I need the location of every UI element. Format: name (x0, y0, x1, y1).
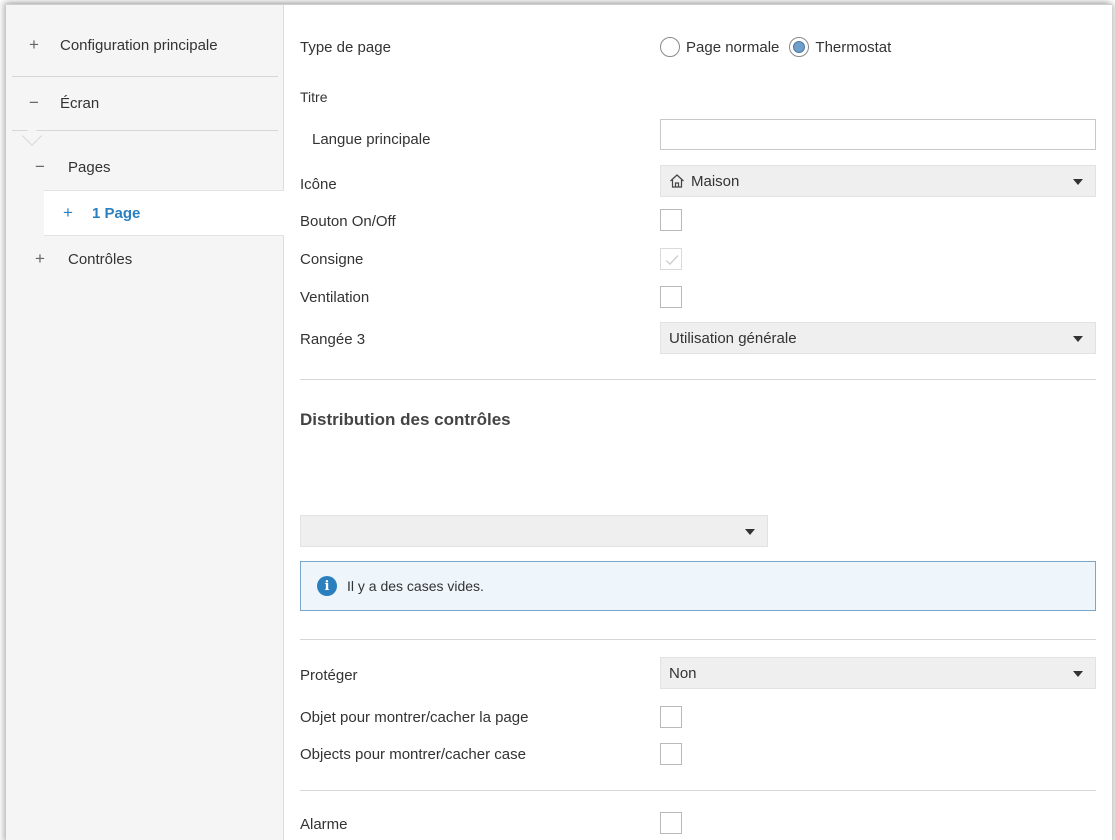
main-panel: Type de page Page normale Thermostat Tit… (284, 5, 1112, 840)
sidebar-item-pages[interactable]: − Pages (30, 145, 111, 189)
expand-icon: + (29, 35, 39, 54)
check-icon (665, 255, 679, 265)
setpoint-checkbox[interactable] (660, 248, 682, 270)
expand-icon: + (63, 203, 73, 222)
sidebar-item-label: Écran (60, 94, 100, 112)
protect-label: Protéger (300, 667, 358, 684)
radio-page-normale[interactable] (660, 37, 680, 57)
row3-select[interactable]: Utilisation générale (660, 322, 1096, 354)
collapse-icon: − (35, 157, 45, 176)
divider (300, 639, 1096, 640)
divider (300, 790, 1096, 791)
sidebar-item-ecran[interactable]: − Écran (24, 81, 99, 125)
radio-thermostat[interactable] (789, 37, 810, 57)
show-hide-box-checkbox[interactable] (660, 743, 682, 765)
page-type-label: Type de page (300, 39, 391, 56)
sidebar: + Configuration principale − Écran − Pag… (6, 5, 284, 840)
protect-select[interactable]: Non (660, 657, 1096, 689)
icon-select-value: Maison (691, 172, 740, 190)
main-language-label: Langue principale (312, 131, 431, 148)
info-message: i Il y a des cases vides. (300, 561, 1096, 611)
alarm-label: Alarme (300, 816, 348, 833)
on-off-button-checkbox[interactable] (660, 209, 682, 231)
setpoint-label: Consigne (300, 251, 364, 268)
sidebar-item-controles[interactable]: + Contrôles (30, 237, 132, 281)
sidebar-item-label: Configuration principale (60, 36, 218, 54)
info-message-text: Il y a des cases vides. (347, 578, 484, 594)
ventilation-label: Ventilation (300, 289, 370, 306)
ventilation-checkbox[interactable] (660, 286, 682, 308)
info-icon: i (317, 576, 337, 596)
house-icon (670, 174, 684, 188)
divider (300, 379, 1096, 380)
show-hide-page-label: Objet pour montrer/cacher la page (300, 709, 529, 726)
on-off-button-label: Bouton On/Off (300, 213, 396, 230)
sidebar-item-label: 1 Page (92, 204, 141, 222)
page-type-radio-group: Page normale Thermostat (660, 37, 901, 57)
sidebar-item-label: Contrôles (68, 250, 133, 268)
icon-label: Icône (300, 176, 337, 193)
protect-select-value: Non (669, 664, 697, 682)
sidebar-item-configuration-principale[interactable]: + Configuration principale (24, 23, 218, 67)
divider (12, 130, 278, 131)
divider (12, 76, 278, 77)
sidebar-item-label: Pages (68, 158, 111, 176)
chevron-down-icon (745, 529, 755, 535)
show-hide-page-checkbox[interactable] (660, 706, 682, 728)
app-window: + Configuration principale − Écran − Pag… (6, 4, 1112, 840)
row3-select-value: Utilisation générale (669, 329, 797, 347)
radio-label-thermostat: Thermostat (815, 38, 892, 56)
icon-select[interactable]: Maison (660, 165, 1096, 197)
alarm-checkbox[interactable] (660, 812, 682, 834)
title-label: Titre (300, 89, 328, 105)
radio-label-page-normale: Page normale (686, 38, 780, 56)
expand-icon: + (35, 249, 45, 268)
show-hide-box-label: Objects pour montrer/cacher case (300, 746, 526, 763)
row3-label: Rangée 3 (300, 331, 366, 348)
distribution-select[interactable] (300, 515, 768, 547)
collapse-icon: − (29, 93, 39, 112)
distribution-section-title: Distribution des contrôles (300, 410, 511, 429)
sidebar-item-1-page[interactable]: + 1 Page (44, 190, 284, 236)
chevron-down-icon (1073, 179, 1083, 185)
main-language-input[interactable] (660, 119, 1096, 150)
chevron-down-icon (1073, 336, 1083, 342)
chevron-down-icon (1073, 671, 1083, 677)
